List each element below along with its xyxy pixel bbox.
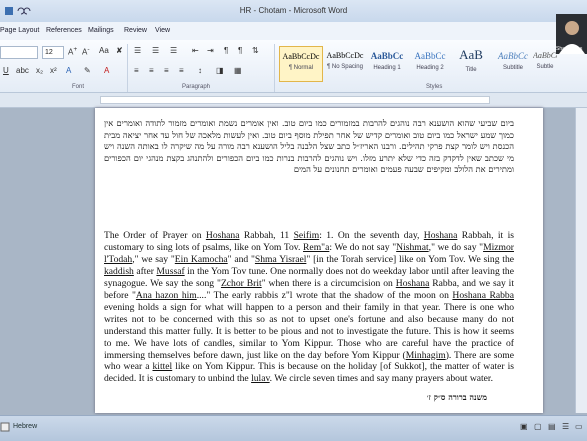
text-effects-icon[interactable]: A: [66, 66, 71, 75]
underlined-term: kittel: [152, 361, 173, 373]
bullets-icon[interactable]: ☰: [134, 46, 141, 55]
underlined-term: Hoshana: [205, 230, 240, 241]
underlined-term: Rem"a: [303, 241, 330, 253]
underlined-term: Ein Kamocha: [174, 253, 228, 265]
style-subtle[interactable]: AaBbCcL Subtle: [533, 46, 557, 82]
text-run: " when there is a circumcision on: [261, 277, 396, 289]
style-heading-1[interactable]: AaBbCc Heading 1: [365, 46, 409, 82]
draft-icon[interactable]: ▭: [575, 422, 583, 431]
vertical-scrollbar[interactable]: [575, 108, 587, 413]
text-run: Rabbah, 11: [239, 230, 294, 241]
paragraph-group-label: Paragraph: [182, 84, 211, 90]
hebrew-paragraph[interactable]: ביום שביעי שהוא הושענא רבה נוהגים להרבות…: [104, 118, 514, 176]
subscript-icon[interactable]: x₂: [36, 66, 43, 75]
shading-icon[interactable]: ◨: [216, 66, 224, 75]
change-case-icon[interactable]: Aa: [99, 46, 109, 55]
justify-icon[interactable]: ≡: [179, 66, 184, 75]
text-run: The Order of Prayer on: [104, 230, 206, 241]
underlined-term: Hoshana Rabba: [452, 289, 514, 301]
style-title[interactable]: AaB Title: [449, 46, 493, 82]
underlined-term: Mussaf: [156, 265, 185, 277]
underlined-term: Zchor Brit: [220, 277, 262, 289]
align-left-icon[interactable]: ≡: [134, 66, 139, 75]
text-run: : 1. On the seventh day,: [319, 230, 424, 241]
grow-font-icon[interactable]: A+: [68, 46, 77, 57]
english-paragraph[interactable]: The Order of Prayer on Hoshana Rabbah, 1…: [104, 230, 514, 385]
underline-icon[interactable]: U: [3, 66, 9, 75]
ruler[interactable]: [0, 93, 587, 108]
document-page[interactable]: ביום שביעי שהוא הושענא רבה נוהגים להרבות…: [95, 108, 543, 413]
text-run: after: [133, 265, 157, 277]
highlight-icon[interactable]: ✎: [84, 66, 91, 75]
full-screen-icon[interactable]: ▢: [534, 422, 542, 431]
underlined-term: Nishmat: [396, 241, 429, 253]
ribbon-separator: [274, 44, 275, 92]
tab-view[interactable]: View: [155, 27, 170, 34]
tab-review[interactable]: Review: [124, 27, 147, 34]
underlined-term: Minhagim: [405, 349, 446, 361]
language-indicator[interactable]: Hebrew: [13, 423, 37, 430]
proofing-icon[interactable]: [0, 422, 10, 432]
tab-page-layout[interactable]: Page Layout: [0, 27, 39, 34]
font-group-label: Font: [72, 84, 85, 90]
line-spacing-icon[interactable]: ↕: [198, 66, 202, 75]
text-run: ," we do say ": [428, 241, 484, 253]
ribbon-separator: [127, 44, 128, 92]
text-run: : We do not say ": [329, 241, 397, 253]
tab-references[interactable]: References: [46, 27, 82, 34]
underlined-term: l'Todah: [104, 253, 133, 265]
ribbon-tabs: Page Layout References Mailings Review V…: [0, 22, 587, 41]
underlined-term: Hoshana: [395, 277, 430, 289]
underlined-term: Ana hazon him: [135, 289, 197, 301]
increase-indent-icon[interactable]: ⇥: [207, 46, 214, 55]
ltr-direction-icon[interactable]: ¶: [224, 46, 228, 55]
title-bar: HR - Chotam - Microsoft Word: [0, 0, 587, 22]
rtl-direction-icon[interactable]: ¶: [238, 46, 242, 55]
source-citation[interactable]: משנה ברורה ס״ק ז׳: [427, 392, 487, 402]
underlined-term: Seifim: [293, 230, 320, 241]
numbering-icon[interactable]: ☰: [152, 46, 159, 55]
underlined-term: lulav: [251, 373, 270, 385]
style-normal[interactable]: AaBbCcDc ¶ Normal: [279, 46, 323, 82]
align-center-icon[interactable]: ≡: [149, 66, 154, 75]
text-run: ," we say ": [132, 253, 175, 265]
ruler-track[interactable]: [100, 96, 490, 104]
webcam-overlay: Shani Taras: [556, 14, 587, 54]
text-run: " and ": [227, 253, 255, 265]
clear-formatting-icon[interactable]: ✘: [116, 46, 123, 55]
print-layout-icon[interactable]: ▣: [520, 422, 528, 431]
decrease-indent-icon[interactable]: ⇤: [192, 46, 199, 55]
font-name-select[interactable]: [0, 46, 38, 59]
text-run: . We circle seven times and say many pra…: [269, 373, 493, 385]
text-run: ...." The early rabbis z"l wrote that th…: [196, 289, 453, 301]
text-run: " [in the Torah service] like on Yom Tov…: [306, 253, 515, 265]
font-color-icon[interactable]: A: [104, 66, 109, 75]
ribbon: 12 A+ A- Aa ✘ U abc x₂ x² A ✎ A Font ☰ ☰…: [0, 40, 587, 93]
underlined-term: kaddish: [104, 265, 134, 277]
borders-icon[interactable]: ▦: [234, 66, 242, 75]
style-subtitle[interactable]: AaBbCc Subtitle: [491, 46, 535, 82]
outline-icon[interactable]: ☰: [562, 422, 569, 431]
styles-group-label: Styles: [426, 84, 443, 90]
underlined-term: Mizmor: [483, 241, 514, 253]
style-no-spacing[interactable]: AaBbCcDc ¶ No Spacing: [323, 46, 367, 82]
status-bar: Hebrew ▣ ▢ ▤ ☰ ▭: [0, 415, 587, 441]
sort-icon[interactable]: ⇅: [252, 46, 259, 55]
webcam-name: Shani Taras: [556, 46, 583, 52]
style-heading-2[interactable]: AaBbCc Heading 2: [408, 46, 452, 82]
window-title: HR - Chotam - Microsoft Word: [239, 6, 348, 15]
underlined-term: Shma Yisrael: [254, 253, 307, 265]
web-layout-icon[interactable]: ▤: [548, 422, 556, 431]
shrink-font-icon[interactable]: A-: [82, 46, 90, 57]
tab-mailings[interactable]: Mailings: [88, 27, 114, 34]
align-right-icon[interactable]: ≡: [164, 66, 169, 75]
underlined-term: Hoshana: [423, 230, 458, 241]
multilevel-list-icon[interactable]: ☰: [170, 46, 177, 55]
strikethrough-icon[interactable]: abc: [16, 66, 29, 75]
superscript-icon[interactable]: x²: [50, 66, 57, 75]
font-size-select[interactable]: 12: [42, 46, 64, 59]
